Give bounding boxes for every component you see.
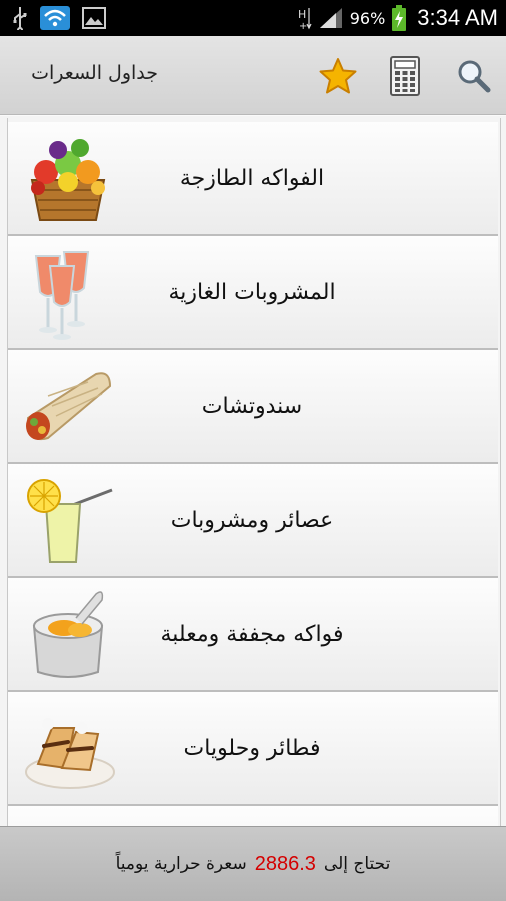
image-icon: [82, 7, 106, 29]
list-item[interactable]: عصائر ومشروبات: [8, 464, 498, 578]
action-bar: جداول السعرات: [0, 36, 506, 115]
battery-percent: 96%: [349, 8, 386, 28]
search-icon[interactable]: [454, 56, 494, 96]
category-label: عصائر ومشروبات: [170, 507, 334, 533]
list-item[interactable]: فواكه مجففة ومعلبة: [8, 578, 498, 692]
daily-calories-footer: تحتاج إلى 2886.3 سعرة حرارية يومياً: [0, 826, 506, 901]
favorite-star-icon[interactable]: [318, 56, 358, 96]
hplus-icon: H +: [298, 8, 312, 31]
list-item[interactable]: فطائر وحلويات: [8, 692, 498, 806]
category-label: فطائر وحلويات: [183, 735, 321, 761]
list-item[interactable]: سندوتشات: [8, 350, 498, 464]
category-label: الفواكه الطازجة: [179, 165, 325, 191]
category-label: المشروبات الغازية: [168, 279, 336, 305]
wifi-icon: [40, 6, 70, 30]
list-item[interactable]: المشروبات الغازية: [8, 236, 498, 350]
category-label: سندوتشات: [201, 393, 303, 419]
category-list[interactable]: الفواكه الطازجة المشروبات الغازية سندوتش…: [0, 116, 506, 826]
signal-icon: [319, 8, 342, 28]
category-label: فواكه مجففة ومعلبة: [160, 621, 344, 647]
battery-icon: [392, 5, 407, 31]
status-bar: H + 96% 3:34 AM: [0, 0, 506, 36]
page-title: جداول السعرات: [31, 62, 158, 84]
daily-calories-value: 2886.3: [254, 852, 316, 875]
svg-text:+: +: [299, 21, 307, 31]
footer-prefix: تحتاج إلى: [323, 854, 391, 874]
svg-text:H: H: [298, 8, 306, 21]
list-item[interactable]: الفواكه الطازجة: [8, 122, 498, 236]
clock: 3:34 AM: [417, 5, 498, 30]
usb-icon: [13, 7, 27, 30]
calculator-icon[interactable]: [385, 56, 425, 96]
footer-suffix: سعرة حرارية يومياً: [115, 854, 247, 874]
list-item[interactable]: [8, 806, 498, 826]
